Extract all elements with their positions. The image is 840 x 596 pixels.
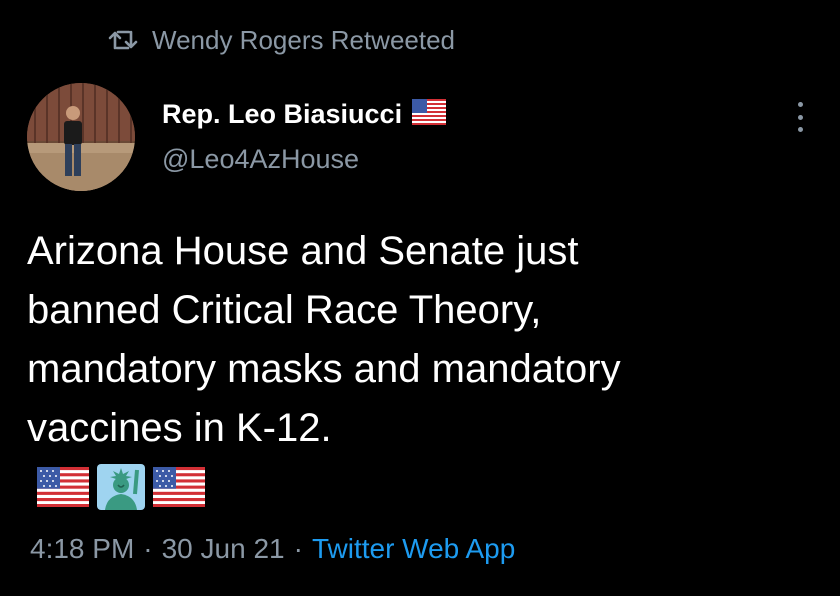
retweet-icon [108, 29, 138, 51]
tweet-text-line: mandatory masks and mandatory [27, 347, 621, 391]
tweet-text-line: Arizona House and Senate just [27, 229, 579, 273]
meta-separator: · [293, 533, 303, 564]
tweet-date[interactable]: 30 Jun 21 [162, 533, 285, 565]
author-handle[interactable]: @Leo4AzHouse [162, 144, 446, 175]
avatar[interactable] [27, 83, 135, 191]
us-flag-icon [153, 467, 205, 507]
retweet-text[interactable]: Wendy Rogers Retweeted [152, 25, 455, 56]
tweet-source-link[interactable]: Twitter Web App [312, 533, 515, 565]
tweet-text: Arizona House and Senate just banned Cri… [27, 222, 817, 458]
author-display-name[interactable]: Rep. Leo Biasiucci [162, 99, 402, 130]
tweet-metadata: 4:18 PM · 30 Jun 21 · Twitter Web App [30, 530, 515, 568]
author-name-row: Rep. Leo Biasiucci [162, 96, 447, 132]
more-dot-icon [797, 114, 803, 120]
us-flag-icon [37, 467, 89, 507]
more-options-button[interactable] [786, 100, 814, 134]
tweet-author: Rep. Leo Biasiucci @Leo4AzHouse [162, 96, 447, 175]
tweet-text-line: banned Critical Race Theory, [27, 288, 542, 332]
retweet-context: Wendy Rogers Retweeted [108, 22, 455, 58]
us-flag-icon [412, 98, 447, 130]
tweet-text-line: vaccines in K-12. [27, 406, 332, 450]
statue-of-liberty-icon [97, 464, 145, 510]
meta-separator: · [143, 533, 153, 564]
more-dot-icon [797, 102, 803, 107]
more-dot-icon [797, 127, 803, 132]
tweet-time[interactable]: 4:18 PM [30, 533, 134, 565]
tweet-emojis [37, 464, 205, 510]
